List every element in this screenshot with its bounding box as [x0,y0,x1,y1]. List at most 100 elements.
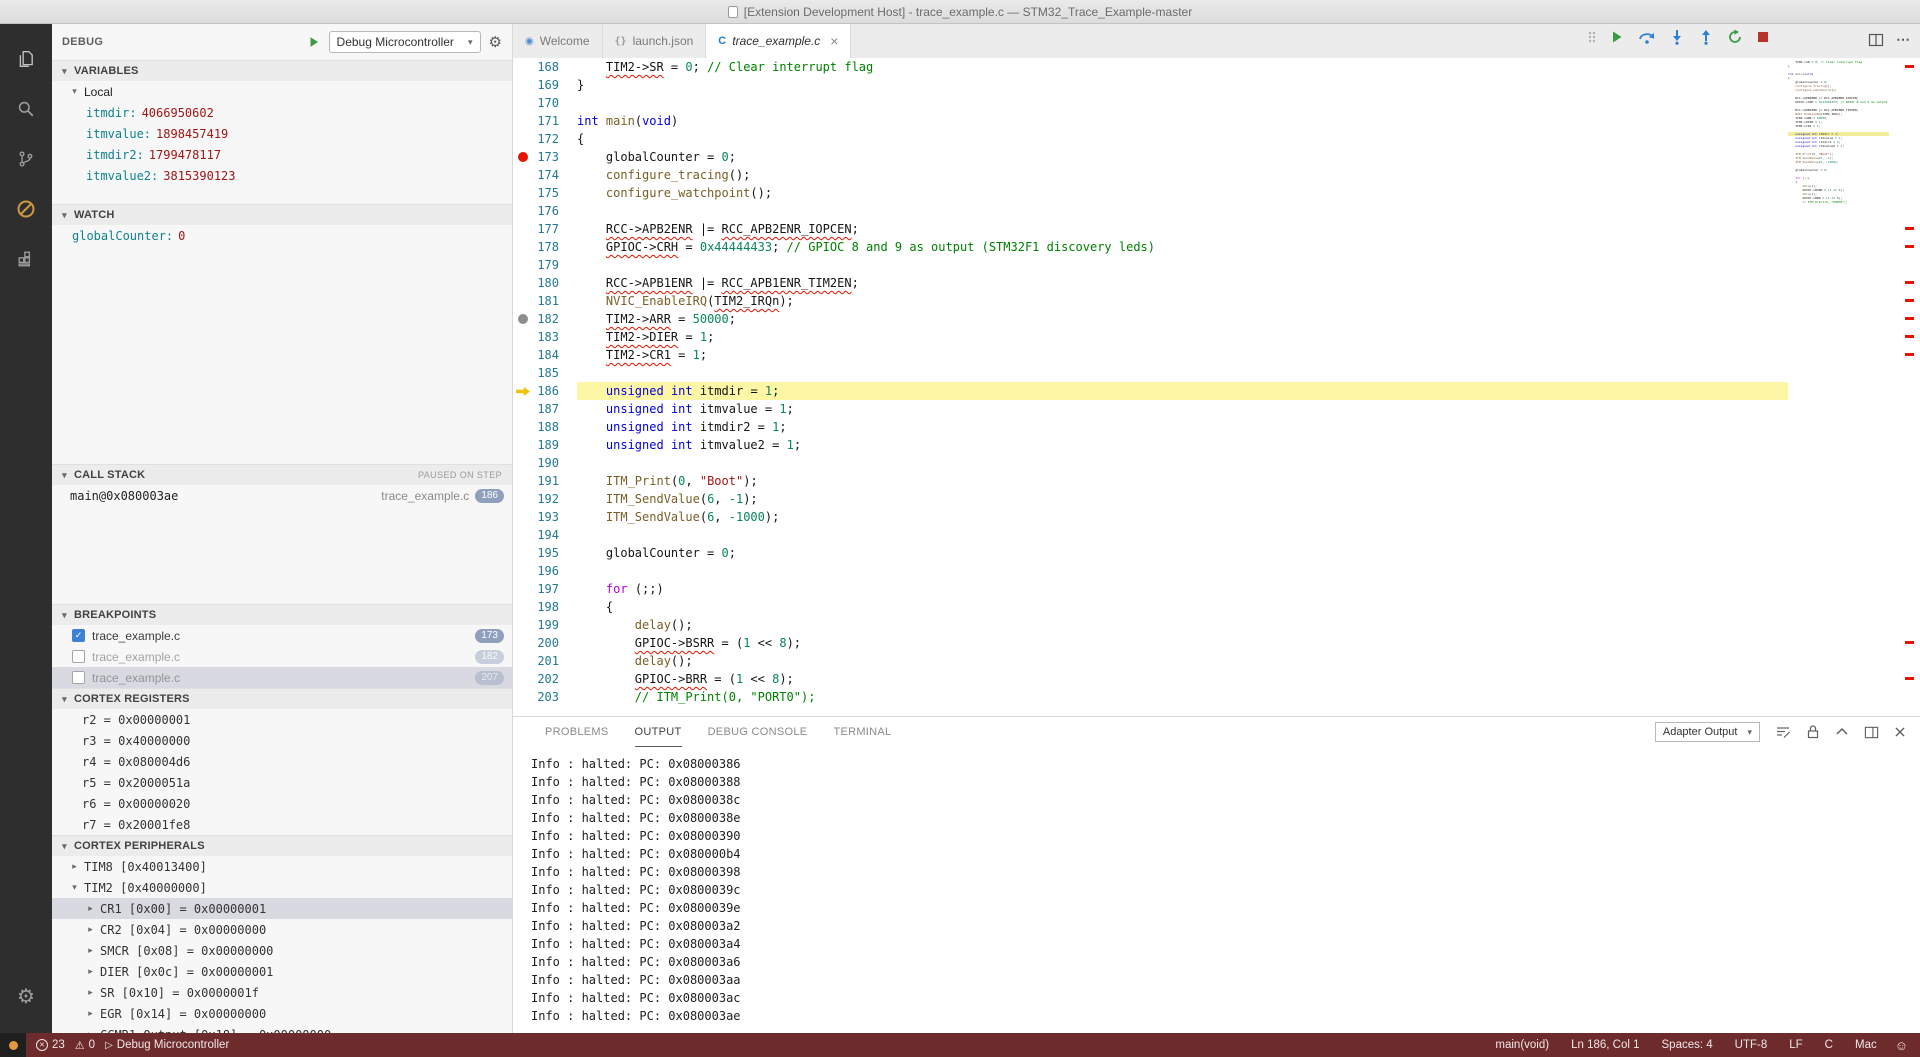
status-item[interactable]: Ln 186, Col 1 [1571,1039,1639,1051]
status-item[interactable]: Spaces: 4 [1662,1039,1713,1051]
call-stack-frame[interactable]: main@0x080003aetrace_example.c186 [52,485,512,506]
variable-row[interactable]: itmdir2: 1799478117 [52,144,512,165]
code-line[interactable]: 173 globalCounter = 0; [513,148,1788,166]
status-item[interactable]: C [1825,1039,1833,1051]
code-line[interactable]: 174 configure_tracing(); [513,166,1788,184]
status-item[interactable]: main(void) [1495,1039,1549,1051]
code-line[interactable]: 179 [513,256,1788,274]
code-line[interactable]: 199 delay(); [513,616,1788,634]
step-into-button[interactable] [1669,29,1685,45]
code-line[interactable]: 203 // ITM_Print(0, "PORT0"); [513,688,1788,706]
editor-tab-launch-json[interactable]: {}launch.json [603,24,707,58]
code-line[interactable]: 177 RCC->APB2ENR |= RCC_APB2ENR_IOPCEN; [513,220,1788,238]
watch-section-header[interactable]: ▾ WATCH [52,204,512,225]
code-line[interactable]: 196 [513,562,1788,580]
code-editor[interactable]: 168 TIM2->SR = 0; // Clear interrupt fla… [513,58,1920,716]
peripheral-row[interactable]: ▸CCMR1_Output [0x18] = 0x00000000 [52,1024,512,1033]
code-line[interactable]: 189 unsigned int itmvalue2 = 1; [513,436,1788,454]
variables-section-header[interactable]: ▾ VARIABLES [52,60,512,81]
register-row[interactable]: r7 = 0x20001fe8 [52,814,512,835]
minimap[interactable]: TIM2->SR = 0; // Clear interrupt flag}in… [1788,58,1889,716]
close-tab-icon[interactable]: × [830,33,838,49]
peripheral-row[interactable]: ▸SMCR [0x08] = 0x00000000 [52,940,512,961]
code-line[interactable]: 176 [513,202,1788,220]
register-row[interactable]: r6 = 0x00000020 [52,793,512,814]
source-control-icon[interactable] [0,134,52,184]
code-line[interactable]: 185 [513,364,1788,382]
continue-button[interactable] [1609,29,1625,45]
code-line[interactable]: 169} [513,76,1788,94]
code-line[interactable]: 200 GPIOC->BSRR = (1 << 8); [513,634,1788,652]
peripheral-row[interactable]: ▸CR1 [0x00] = 0x00000001 [52,898,512,919]
code-line[interactable]: 182 TIM2->ARR = 50000; [513,310,1788,328]
register-row[interactable]: r5 = 0x2000051a [52,772,512,793]
step-over-button[interactable] [1638,29,1656,45]
peripheral-row[interactable]: ▸CR2 [0x04] = 0x00000000 [52,919,512,940]
register-row[interactable]: r2 = 0x00000001 [52,709,512,730]
breakpoint-row[interactable]: trace_example.c182 [52,646,512,667]
breakpoint-disabled-icon[interactable] [518,314,528,324]
output-log[interactable]: Info : halted: PC: 0x08000386Info : halt… [513,747,1920,1025]
code-line[interactable]: 183 TIM2->DIER = 1; [513,328,1788,346]
register-row[interactable]: r3 = 0x40000000 [52,730,512,751]
start-debugging-button[interactable] [307,35,321,49]
debug-icon[interactable] [0,184,52,234]
step-out-button[interactable] [1698,29,1714,45]
code-line[interactable]: 171int main(void) [513,112,1788,130]
peripheral-row[interactable]: ▾TIM2 [0x40000000] [52,877,512,898]
breakpoints-section-header[interactable]: ▾ BREAKPOINTS [52,604,512,625]
code-line[interactable]: 192 ITM_SendValue(6, -1); [513,490,1788,508]
stop-button[interactable] [1756,30,1770,44]
code-line[interactable]: 197 for (;;) [513,580,1788,598]
warning-count[interactable]: ⚠ 0 [75,1039,95,1052]
extensions-icon[interactable] [0,234,52,284]
panel-tab-output[interactable]: OUTPUT [635,717,682,747]
search-icon[interactable] [0,84,52,134]
register-row[interactable]: r4 = 0x080004d6 [52,751,512,772]
code-line[interactable]: 193 ITM_SendValue(6, -1000); [513,508,1788,526]
code-line[interactable]: 186 unsigned int itmdir = 1; [513,382,1788,400]
peripheral-row[interactable]: ▸TIM8 [0x40013400] [52,856,512,877]
editor-tab-welcome[interactable]: ◉Welcome [513,24,603,58]
peripheral-row[interactable]: ▸SR [0x10] = 0x0000001f [52,982,512,1003]
restart-button[interactable] [1727,29,1743,45]
code-line[interactable]: 190 [513,454,1788,472]
close-panel-icon[interactable] [1894,726,1906,738]
code-line[interactable]: 184 TIM2->CR1 = 1; [513,346,1788,364]
call-stack-section-header[interactable]: ▾ CALL STACK PAUSED ON STEP [52,464,512,485]
code-line[interactable]: 172{ [513,130,1788,148]
cortex-peripherals-section-header[interactable]: ▾ CORTEX PERIPHERALS [52,835,512,856]
code-line[interactable]: 178 GPIOC->CRH = 0x44444433; // GPIOC 8 … [513,238,1788,256]
cortex-registers-section-header[interactable]: ▾ CORTEX REGISTERS [52,688,512,709]
panel-tab-debug-console[interactable]: DEBUG CONSOLE [708,717,808,747]
settings-gear-icon[interactable]: ⚙ [0,971,52,1021]
code-line[interactable]: 198 { [513,598,1788,616]
code-line[interactable]: 187 unsigned int itmvalue = 1; [513,400,1788,418]
variable-row[interactable]: itmdir: 4066950602 [52,102,512,123]
breakpoint-row[interactable]: ✓trace_example.c173 [52,625,512,646]
code-line[interactable]: 202 GPIOC->BRR = (1 << 8); [513,670,1788,688]
scope-local-row[interactable]: ▾ Local [52,81,512,102]
status-item[interactable]: LF [1789,1039,1802,1051]
error-count[interactable]: ✕ 23 [36,1039,65,1051]
code-line[interactable]: 168 TIM2->SR = 0; // Clear interrupt fla… [513,58,1788,76]
variable-row[interactable]: itmvalue2: 3815390123 [52,165,512,186]
breakpoint-checkbox[interactable] [72,650,85,663]
watch-row[interactable]: globalCounter: 0 [52,225,512,246]
peripheral-row[interactable]: ▸DIER [0x0c] = 0x00000001 [52,961,512,982]
status-item[interactable]: UTF-8 [1735,1039,1768,1051]
peripheral-row[interactable]: ▸EGR [0x14] = 0x00000000 [52,1003,512,1024]
more-actions-icon[interactable]: ⋯ [1896,31,1910,48]
toolbar-drag-handle-icon[interactable] [1588,29,1596,45]
editor-tab-trace_example-c[interactable]: Ctrace_example.c× [706,24,851,58]
explorer-icon[interactable] [0,34,52,84]
maximize-panel-chevron-icon[interactable] [1835,725,1849,739]
panel-tab-problems[interactable]: PROBLEMS [545,717,609,747]
breakpoint-checkbox[interactable]: ✓ [72,629,85,642]
split-editor-icon[interactable] [1868,32,1884,48]
configure-launch-gear-icon[interactable]: ⚙ [489,33,502,51]
clear-output-icon[interactable] [1775,724,1791,740]
panel-layout-icon[interactable] [1864,725,1879,740]
output-channel-dropdown[interactable]: Adapter Output ▾ [1655,722,1760,742]
code-line[interactable]: 191 ITM_Print(0, "Boot"); [513,472,1788,490]
